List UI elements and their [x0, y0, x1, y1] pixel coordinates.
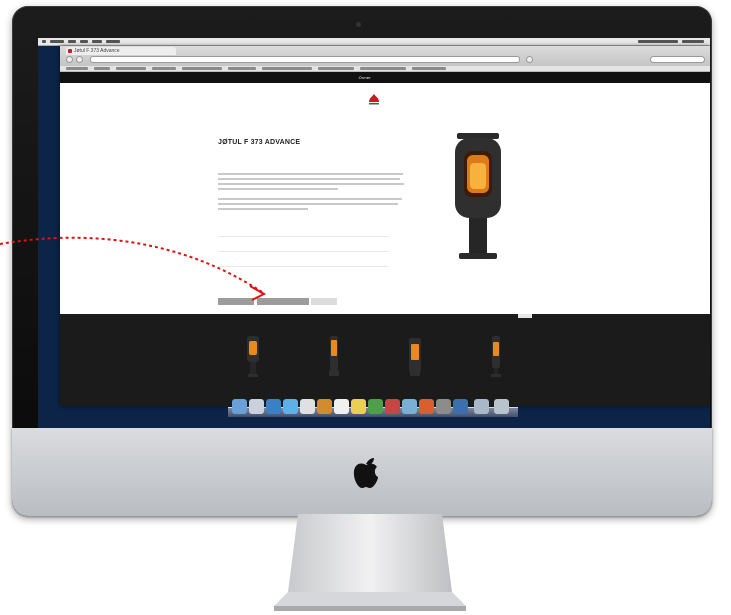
divider	[218, 266, 388, 267]
related-stove-1-image[interactable]	[245, 336, 261, 378]
description-line	[218, 183, 404, 185]
bookmark-item[interactable]	[360, 67, 406, 70]
favicon-icon	[68, 49, 72, 53]
description-line	[218, 203, 398, 205]
bookmark-item[interactable]	[228, 67, 256, 70]
browser-toolbar: Jøtul F 373 Advance	[60, 46, 710, 67]
related-stove-3-image[interactable]	[407, 336, 423, 378]
menubar-status-icons[interactable]	[638, 40, 678, 43]
notes-icon[interactable]	[351, 399, 366, 414]
related-stove-4-image[interactable]	[488, 336, 504, 378]
menu-item[interactable]	[80, 40, 88, 43]
bookmark-item[interactable]	[262, 67, 312, 70]
menu-item[interactable]	[68, 40, 76, 43]
address-bar[interactable]	[90, 56, 520, 63]
messages-icon[interactable]	[368, 399, 383, 414]
app-store-icon[interactable]	[266, 399, 281, 414]
scroll-handle[interactable]	[518, 314, 532, 318]
launchpad-icon[interactable]	[249, 399, 264, 414]
site-navigation: Ovner	[60, 72, 710, 83]
description-line	[218, 173, 403, 175]
nav-item-ovner[interactable]: Ovner	[359, 72, 371, 83]
screen: Jøtul F 373 Advance Ovner JØTUL F 373 AD…	[38, 38, 710, 428]
menubar-clock	[682, 40, 704, 43]
browser-window: Jøtul F 373 Advance Ovner JØTUL F 373 AD…	[60, 46, 710, 406]
photo-booth-icon[interactable]	[385, 399, 400, 414]
imac-stand	[274, 514, 466, 611]
apple-logo-icon	[353, 458, 378, 488]
mac-dock	[228, 393, 518, 417]
back-icon[interactable]	[66, 56, 73, 63]
safari-icon[interactable]	[283, 399, 298, 414]
bookmark-item[interactable]	[318, 67, 354, 70]
compare-button[interactable]	[257, 298, 309, 305]
camera-icon	[356, 22, 361, 27]
description-line	[218, 208, 308, 210]
mail-icon[interactable]	[300, 399, 315, 414]
forward-icon[interactable]	[76, 56, 83, 63]
mac-menubar	[38, 38, 710, 46]
description-line	[218, 198, 402, 200]
apple-menu-icon[interactable]	[42, 40, 46, 43]
divider	[218, 236, 388, 237]
bookmark-item[interactable]	[94, 67, 110, 70]
bookmark-item[interactable]	[116, 67, 146, 70]
app-icon[interactable]	[453, 399, 468, 414]
calendar-icon[interactable]	[334, 399, 349, 414]
contacts-icon[interactable]	[317, 399, 332, 414]
iphoto-icon[interactable]	[402, 399, 417, 414]
search-field[interactable]	[650, 56, 705, 63]
tab-title: Jøtul F 373 Advance	[74, 48, 120, 54]
browser-tab[interactable]: Jøtul F 373 Advance	[66, 47, 176, 55]
menu-item[interactable]	[50, 40, 64, 43]
product-title: JØTUL F 373 ADVANCE	[218, 139, 301, 146]
bookmark-item[interactable]	[152, 67, 176, 70]
downloads-stack-icon[interactable]	[474, 399, 489, 414]
itunes-icon[interactable]	[419, 399, 434, 414]
description-line	[218, 178, 400, 180]
finder-icon[interactable]	[232, 399, 247, 414]
trash-icon[interactable]	[494, 399, 509, 414]
jotul-flame-logo-icon[interactable]	[367, 94, 381, 106]
related-stove-2-image[interactable]	[326, 336, 342, 378]
primary-button[interactable]	[218, 298, 254, 305]
product-stove-image	[455, 133, 501, 259]
menu-item[interactable]	[92, 40, 102, 43]
tertiary-button[interactable]	[311, 298, 337, 305]
system-preferences-icon[interactable]	[436, 399, 451, 414]
bookmark-item[interactable]	[182, 67, 222, 70]
bookmark-item[interactable]	[412, 67, 446, 70]
menu-item[interactable]	[106, 40, 120, 43]
bookmark-item[interactable]	[66, 67, 88, 70]
description-line	[218, 188, 338, 190]
reload-icon[interactable]	[526, 56, 533, 63]
divider	[218, 251, 388, 252]
